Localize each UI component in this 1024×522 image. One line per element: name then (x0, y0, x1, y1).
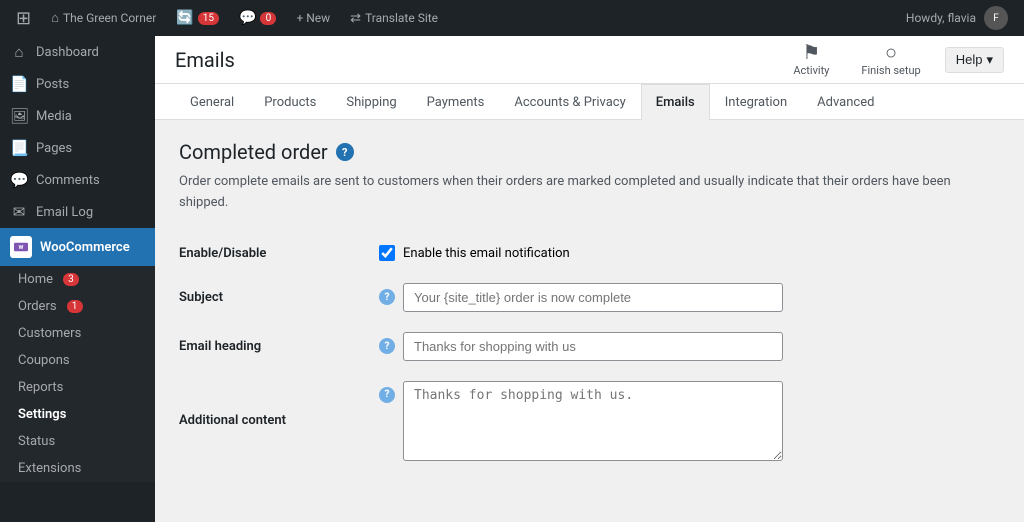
woo-sub-home[interactable]: Home 3 (0, 266, 155, 293)
comments-icon: 💬 (10, 171, 28, 189)
content-area: Emails ⚑ Activity ○ Finish setup Help ▾ … (155, 36, 1024, 522)
subject-input[interactable] (403, 283, 783, 312)
posts-icon: 📄 (10, 75, 28, 93)
additional-content-label: Additional content (179, 413, 286, 428)
woocommerce-section: W WooCommerce Home 3 Orders 1 Customers … (0, 228, 155, 482)
woo-sub-extensions[interactable]: Extensions (0, 455, 155, 482)
info-icon[interactable]: ? (336, 143, 354, 161)
woo-sub-coupons[interactable]: Coupons (0, 347, 155, 374)
woo-sub-settings[interactable]: Settings (0, 401, 155, 428)
help-button[interactable]: Help ▾ (945, 47, 1004, 73)
adminbar-translate[interactable]: ⇄ Translate Site (342, 0, 446, 36)
adminbar-new[interactable]: + New (288, 0, 338, 36)
adminbar-updates[interactable]: 🔄 15 (168, 0, 227, 36)
section-description: Order complete emails are sent to custom… (179, 172, 1000, 214)
content-header: Emails ⚑ Activity ○ Finish setup Help ▾ (155, 36, 1024, 84)
email-heading-row: Email heading ? (179, 322, 1000, 371)
dashboard-icon: ⌂ (10, 43, 28, 61)
subject-field-row: ? (379, 283, 1000, 312)
tab-general[interactable]: General (175, 84, 249, 120)
subject-label: Subject (179, 290, 223, 305)
adminbar-howdy[interactable]: Howdy, flavia F (898, 6, 1016, 30)
pages-icon: 📃 (10, 139, 28, 157)
tab-products[interactable]: Products (249, 84, 331, 120)
additional-content-help-icon[interactable]: ? (379, 387, 395, 403)
woo-sub-status[interactable]: Status (0, 428, 155, 455)
page-title: Emails (175, 48, 235, 72)
activity-icon: ⚑ (802, 42, 820, 62)
adminbar-site[interactable]: ⌂ The Green Corner (43, 0, 164, 36)
woo-sub-orders[interactable]: Orders 1 (0, 293, 155, 320)
additional-content-input[interactable] (403, 381, 783, 461)
main-content: Completed order ? Order complete emails … (155, 120, 1024, 522)
sidebar-item-email-log[interactable]: ✉ Email Log (0, 196, 155, 228)
sidebar-item-dashboard[interactable]: ⌂ Dashboard (0, 36, 155, 68)
activity-button[interactable]: ⚑ Activity (785, 38, 837, 81)
woo-logo-icon: W (10, 236, 32, 258)
woo-sub-customers[interactable]: Customers (0, 320, 155, 347)
avatar: F (984, 6, 1008, 30)
header-actions: ⚑ Activity ○ Finish setup Help ▾ (785, 38, 1004, 81)
email-heading-help-icon[interactable]: ? (379, 338, 395, 354)
email-heading-field-row: ? (379, 332, 1000, 361)
enable-checkbox-label[interactable]: Enable this email notification (379, 245, 1000, 261)
email-heading-label: Email heading (179, 339, 261, 354)
finish-setup-button[interactable]: ○ Finish setup (853, 38, 928, 81)
sidebar-item-comments[interactable]: 💬 Comments (0, 164, 155, 196)
section-title: Completed order ? (179, 140, 1000, 164)
tab-emails[interactable]: Emails (641, 84, 710, 120)
email-heading-input[interactable] (403, 332, 783, 361)
additional-content-field-row: ? (379, 381, 1000, 461)
finish-setup-icon: ○ (885, 42, 897, 62)
adminbar-comments[interactable]: 💬 0 (231, 0, 284, 36)
admin-bar: ⊞ ⌂ The Green Corner 🔄 15 💬 0 + New ⇄ Tr… (0, 0, 1024, 36)
additional-content-row: Additional content ? (179, 371, 1000, 471)
sidebar-item-posts[interactable]: 📄 Posts (0, 68, 155, 100)
subject-row: Subject ? (179, 273, 1000, 322)
enable-disable-row: Enable/Disable Enable this email notific… (179, 234, 1000, 273)
tab-shipping[interactable]: Shipping (331, 84, 411, 120)
tab-integration[interactable]: Integration (710, 84, 802, 120)
media-icon: 🖼 (10, 107, 28, 125)
chevron-down-icon: ▾ (986, 52, 993, 68)
enable-checkbox[interactable] (379, 245, 395, 261)
sidebar-item-media[interactable]: 🖼 Media (0, 100, 155, 132)
woocommerce-header[interactable]: W WooCommerce (0, 228, 155, 266)
tab-advanced[interactable]: Advanced (802, 84, 889, 120)
subject-help-icon[interactable]: ? (379, 289, 395, 305)
woo-sub-reports[interactable]: Reports (0, 374, 155, 401)
tab-payments[interactable]: Payments (412, 84, 500, 120)
email-log-icon: ✉ (10, 203, 28, 221)
settings-tabs: General Products Shipping Payments Accou… (155, 84, 1024, 120)
enable-disable-label: Enable/Disable (179, 246, 266, 261)
sidebar-item-pages[interactable]: 📃 Pages (0, 132, 155, 164)
email-form: Enable/Disable Enable this email notific… (179, 234, 1000, 471)
svg-text:W: W (19, 245, 24, 251)
adminbar-logo[interactable]: ⊞ (8, 0, 39, 36)
tab-accounts-privacy[interactable]: Accounts & Privacy (499, 84, 640, 120)
sidebar: ⌂ Dashboard 📄 Posts 🖼 Media 📃 Pages 💬 Co… (0, 36, 155, 522)
